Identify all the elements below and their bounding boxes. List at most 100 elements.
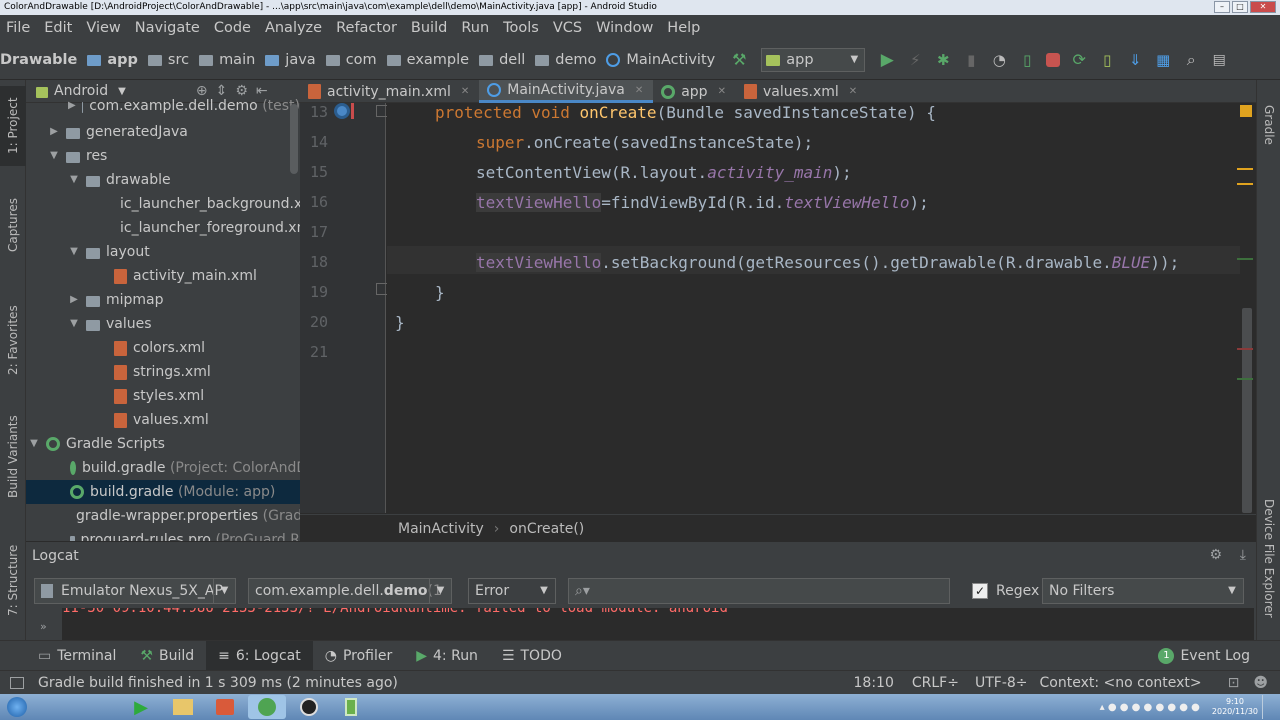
menu-vcs[interactable]: VCS xyxy=(553,20,582,36)
tree-row[interactable]: activity_main.xml xyxy=(26,264,300,288)
tab-run[interactable]: ▶ 4: Run xyxy=(404,641,490,671)
nav-crumb-main[interactable]: main xyxy=(199,52,255,68)
tab-todo[interactable]: ☰ TODO xyxy=(490,641,574,671)
nav-crumb-src[interactable]: src xyxy=(147,52,189,68)
nav-crumb-example[interactable]: example xyxy=(386,52,469,68)
tab-app[interactable]: app ✕ xyxy=(653,80,736,103)
tree-row[interactable]: styles.xml xyxy=(26,384,300,408)
logcat-search-input[interactable]: ⌕▾ xyxy=(568,578,950,604)
sdk-manager-icon[interactable]: ⇓ xyxy=(1126,51,1144,69)
obs-icon[interactable] xyxy=(290,695,328,719)
tree-row[interactable]: ic_launcher_background.xml xyxy=(26,192,300,216)
code-editor[interactable]: protected void onCreate(Bundle savedInst… xyxy=(387,103,1240,513)
media-player-icon[interactable]: ▶ xyxy=(122,695,160,719)
tree-row[interactable]: gradle-wrapper.properties (Grad xyxy=(26,504,300,528)
chevron-down-icon[interactable]: ▼ xyxy=(118,86,126,97)
nav-crumb-dell[interactable]: dell xyxy=(479,52,525,68)
editor-scrollbar[interactable] xyxy=(1242,308,1252,513)
tree-row[interactable]: ▶ mipmap xyxy=(26,288,300,312)
profile-icon[interactable]: ◔ xyxy=(990,51,1008,69)
tab-captures[interactable]: Captures xyxy=(0,184,26,266)
menu-tools[interactable]: Tools xyxy=(503,20,539,36)
inspector-icon[interactable]: ☻ xyxy=(1253,675,1268,691)
warning-marker[interactable] xyxy=(1237,168,1253,170)
file-encoding[interactable]: UTF-8÷ xyxy=(975,675,1028,691)
sync-gradle-icon[interactable]: ⟳ xyxy=(1070,50,1088,69)
nav-crumb-project[interactable]: Drawable xyxy=(0,52,77,68)
tree-row[interactable]: ▼ values xyxy=(26,312,300,336)
tab-profiler[interactable]: ◔ Profiler xyxy=(313,641,405,671)
breadcrumb-method[interactable]: onCreate() xyxy=(509,521,584,537)
show-desktop-button[interactable] xyxy=(1262,695,1272,719)
menu-view[interactable]: View xyxy=(86,20,120,36)
app-red-icon[interactable] xyxy=(206,695,244,719)
tree-row[interactable]: ▼ drawable xyxy=(26,168,300,192)
project-scrollbar[interactable] xyxy=(290,104,298,174)
nav-crumb-app[interactable]: app xyxy=(87,52,138,68)
project-structure-icon[interactable]: ▦ xyxy=(1154,51,1172,69)
tree-row[interactable]: ▶ generatedJava xyxy=(26,120,300,144)
menu-refactor[interactable]: Refactor xyxy=(336,20,397,36)
emulator-icon[interactable] xyxy=(332,695,370,719)
caret-position[interactable]: 18:10 xyxy=(854,675,894,691)
tab-logcat[interactable]: ≡ 6: Logcat xyxy=(206,640,313,671)
logcat-output[interactable]: 11-30 09:10:44.986 2133-2133/? E/Android… xyxy=(62,608,1254,640)
context-indicator[interactable]: Context: <no context> xyxy=(1040,675,1202,691)
menu-analyze[interactable]: Analyze xyxy=(265,20,322,36)
log-level-select[interactable]: Error ▼ xyxy=(468,578,556,604)
nav-crumb-mainactivity[interactable]: MainActivity xyxy=(606,52,715,68)
process-select[interactable]: com.example.dell. demo (1 ▼ xyxy=(248,578,452,604)
close-icon[interactable]: ✕ xyxy=(635,85,643,96)
tool-windows-icon[interactable] xyxy=(10,676,24,689)
tab-device-file-explorer[interactable]: Device File Explorer xyxy=(1257,488,1280,628)
debug-icon[interactable]: ✱ xyxy=(934,51,952,69)
close-window-button[interactable]: ✕ xyxy=(1250,1,1276,13)
lock-icon[interactable]: ⊡ xyxy=(1228,675,1240,691)
tab-build[interactable]: ⚒ Build xyxy=(128,641,206,671)
menu-code[interactable]: Code xyxy=(214,20,251,36)
tab-event-log[interactable]: 1 Event Log xyxy=(1146,641,1262,671)
menu-edit[interactable]: Edit xyxy=(44,20,72,36)
menu-window[interactable]: Window xyxy=(596,20,653,36)
expand-icon[interactable]: » xyxy=(40,620,47,633)
apply-changes-icon[interactable]: ⚡ xyxy=(906,51,924,69)
android-studio-taskbar-icon[interactable] xyxy=(248,695,286,719)
tab-activity-main-xml[interactable]: activity_main.xml ✕ xyxy=(300,80,479,103)
menu-navigate[interactable]: Navigate xyxy=(135,20,200,36)
tree-row[interactable]: strings.xml xyxy=(26,360,300,384)
file-explorer-icon[interactable] xyxy=(164,695,202,719)
override-marker-icon[interactable] xyxy=(334,103,350,119)
tree-row[interactable]: ▼ layout xyxy=(26,240,300,264)
nav-crumb-demo[interactable]: demo xyxy=(535,52,596,68)
filter-select[interactable]: No Filters ▼ xyxy=(1042,578,1244,604)
tree-row[interactable]: ▼ Gradle Scripts xyxy=(26,432,300,456)
avd-manager-icon[interactable]: ▯ xyxy=(1098,51,1116,69)
device-select[interactable]: Emulator Nexus_5X_AP ▼ xyxy=(34,578,236,604)
tree-row[interactable]: build.gradle (Project: ColorAndD xyxy=(26,456,300,480)
gear-icon[interactable]: ⚙ xyxy=(1209,547,1222,563)
attach-debugger-icon[interactable]: ▮ xyxy=(962,51,980,69)
tray-icons[interactable]: ▴ ● ● ● ● ● ● ● ● xyxy=(1100,702,1200,713)
layout-icon[interactable]: ▤ xyxy=(1210,51,1228,69)
tree-row[interactable]: ▼ res xyxy=(26,144,300,168)
breadcrumb-class[interactable]: MainActivity xyxy=(398,521,484,537)
tab-build-variants[interactable]: Build Variants xyxy=(0,402,26,512)
status-message[interactable]: Gradle build finished in 1 s 309 ms (2 m… xyxy=(38,675,398,691)
hide-panel-icon[interactable]: ⤓ xyxy=(1240,547,1246,563)
tab-favorites[interactable]: 2: Favorites xyxy=(0,290,26,390)
tree-row[interactable]: values.xml xyxy=(26,408,300,432)
make-project-icon[interactable]: ⚒ xyxy=(730,50,748,69)
tab-structure[interactable]: 7: Structure xyxy=(0,534,26,626)
clock[interactable]: 9:10 2020/11/30 xyxy=(1212,697,1258,717)
tab-terminal[interactable]: ▭ Terminal xyxy=(26,641,128,671)
maximize-button[interactable]: □ xyxy=(1232,1,1248,13)
run-configuration-select[interactable]: app ▼ xyxy=(761,47,866,72)
line-separator[interactable]: CRLF÷ xyxy=(912,675,959,691)
tab-project[interactable]: 1: Project xyxy=(0,86,26,166)
tab-gradle[interactable]: Gradle xyxy=(1257,90,1280,160)
warning-marker[interactable] xyxy=(1237,183,1253,185)
tree-row[interactable]: colors.xml xyxy=(26,336,300,360)
stop-icon[interactable] xyxy=(1046,52,1061,67)
run-icon[interactable]: ▶ xyxy=(878,51,896,69)
tab-mainactivity-java[interactable]: MainActivity.java ✕ xyxy=(479,80,654,103)
